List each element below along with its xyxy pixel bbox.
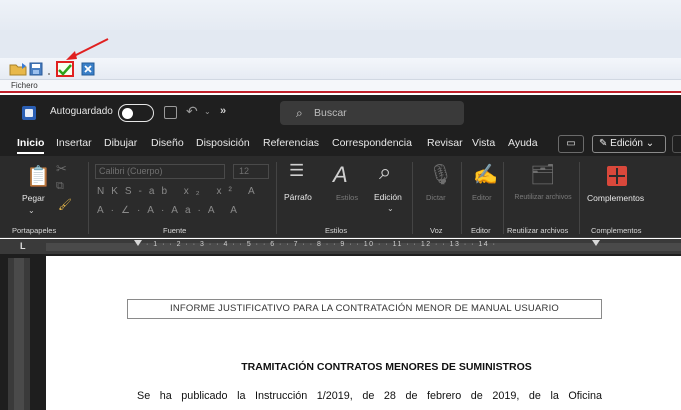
styles-button-label[interactable]: Estilos (336, 193, 358, 202)
group-separator (88, 162, 89, 234)
editing-mode-label: Edición (610, 138, 643, 149)
tab-correspondencia[interactable]: Correspondencia (332, 137, 412, 149)
pencil-icon: ✎ (599, 138, 611, 149)
autosave-toggle[interactable] (118, 104, 154, 122)
autosave-label: Autoguardado (50, 106, 113, 117)
save-icon[interactable] (164, 106, 177, 119)
format-painter-icon[interactable]: 🖌 (58, 198, 72, 211)
paste-icon[interactable]: 📋 (26, 164, 51, 189)
group-styles: Estilos (325, 226, 348, 235)
document-page[interactable] (46, 256, 681, 410)
document-title[interactable]: TRAMITACIÓN CONTRATOS MENORES DE SUMINIS… (0, 361, 681, 373)
group-separator (276, 162, 277, 234)
editor-icon[interactable]: ✍ (473, 162, 498, 187)
editing-mode-button[interactable]: ✎ Edición ⌄ (592, 135, 666, 153)
tab-diseno[interactable]: Diseño (151, 137, 184, 149)
document-header-box[interactable]: INFORME JUSTIFICATIVO PARA LA CONTRATACI… (127, 299, 602, 319)
menu-fichero[interactable]: Fichero (11, 81, 38, 90)
left-indent-marker[interactable] (134, 240, 142, 246)
vertical-ruler-strip (14, 258, 24, 410)
group-separator (503, 162, 504, 234)
toolbar-separator (46, 61, 50, 77)
tab-revisar[interactable]: Revisar (427, 137, 463, 149)
editor-button-label[interactable]: Editor (472, 193, 492, 202)
document-body-text[interactable]: Se ha publicado la Instrucción 1/2019, d… (137, 390, 602, 402)
share-button[interactable] (672, 135, 681, 153)
paste-dropdown-icon[interactable]: ⌄ (28, 206, 35, 215)
tab-vista[interactable]: Vista (472, 137, 495, 149)
format-buttons-row[interactable]: NKS‑ab x₂ x² A (97, 186, 262, 197)
close-icon[interactable] (80, 61, 96, 77)
group-font: Fuente (163, 226, 187, 235)
add-ins-button-label[interactable]: Complementos (587, 193, 644, 203)
chevron-down-icon: ⌄ (642, 138, 655, 149)
search-placeholder: Buscar (314, 107, 347, 119)
group-separator (412, 162, 413, 234)
reuse-files-icon[interactable]: 🗂 (530, 162, 555, 187)
group-editor: Editor (471, 226, 491, 235)
find-icon[interactable]: ⌕ (379, 159, 391, 185)
ribbon-tabs: Inicio Insertar Dibujar Diseño Disposici… (0, 131, 681, 156)
tab-dibujar[interactable]: Dibujar (104, 137, 137, 149)
tab-insertar[interactable]: Insertar (56, 137, 92, 149)
group-separator (461, 162, 462, 234)
styles-icon[interactable]: A (333, 162, 348, 188)
horizontal-ruler[interactable]: L · 1 · · 2 · · 3 · · 4 · · 5 · · 6 · · … (0, 239, 681, 254)
font-size-select[interactable]: 12 (233, 164, 269, 179)
dictate-button-label[interactable]: Dictar (426, 193, 446, 202)
search-box[interactable]: ⌕ Buscar (280, 101, 464, 125)
vertical-ruler[interactable] (8, 258, 30, 410)
add-ins-icon[interactable] (607, 166, 627, 186)
group-reuse-files: Reutilizar archivos (507, 226, 569, 235)
editing-dropdown-icon[interactable]: ⌄ (387, 204, 394, 213)
right-indent-marker[interactable] (592, 240, 600, 246)
tab-selector-icon[interactable]: L (20, 241, 26, 251)
paragraph-button-label[interactable]: Párrafo (284, 192, 312, 202)
word-title-bar: Autoguardado ↶ ⌄ » ⌕ Buscar (0, 95, 681, 131)
save-icon[interactable] (28, 61, 44, 77)
color-buttons-row[interactable]: A·∠·A·Aa·A A (97, 205, 244, 216)
reuse-files-button-label[interactable]: Reutilizar archivos (513, 193, 573, 202)
ribbon: 📋 ✂ ⧉ 🖌 Pegar ⌄ Portapapeles Calibri (Cu… (0, 156, 681, 238)
group-voice: Voz (430, 226, 443, 235)
group-clipboard: Portapapeles (12, 226, 57, 235)
paste-button-label[interactable]: Pegar (22, 193, 45, 203)
tab-referencias[interactable]: Referencias (263, 137, 319, 149)
quick-access-more-icon[interactable]: » (220, 105, 226, 117)
red-arrow-annotation (66, 38, 109, 60)
group-add-ins: Complementos (591, 226, 642, 235)
cut-icon[interactable]: ✂ (56, 161, 67, 177)
tab-ayuda[interactable]: Ayuda (508, 137, 538, 149)
editing-button-label[interactable]: Edición (374, 192, 402, 202)
comments-button[interactable]: ▭ (558, 135, 584, 153)
font-name-select[interactable]: Calibri (Cuerpo) (95, 164, 225, 179)
word-app-icon (22, 106, 36, 120)
microphone-icon[interactable]: 🎙 (428, 162, 453, 187)
search-icon: ⌕ (296, 106, 303, 120)
undo-dropdown-icon[interactable]: ⌄ (204, 107, 211, 116)
check-icon[interactable] (56, 61, 74, 77)
tab-disposicion[interactable]: Disposición (196, 137, 250, 149)
tab-inicio[interactable]: Inicio (17, 137, 45, 154)
copy-icon[interactable]: ⧉ (56, 180, 64, 193)
paragraph-icon[interactable]: ☰ (289, 161, 304, 181)
host-menu-bar: Fichero (0, 80, 681, 93)
group-separator (579, 162, 580, 234)
undo-icon[interactable]: ↶ (186, 103, 198, 120)
ruler-marks: · 1 · · 2 · · 3 · · 4 · · 5 · · 6 · · 7 … (146, 241, 497, 248)
